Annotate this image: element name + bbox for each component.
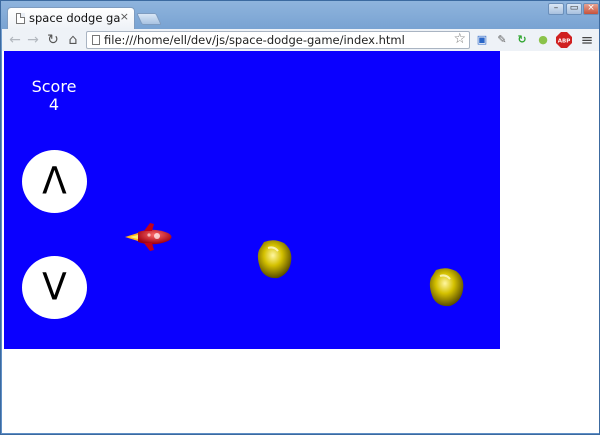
- asteroid: [257, 240, 292, 279]
- svg-text:ABP: ABP: [558, 39, 570, 45]
- pin-icon[interactable]: ✎: [494, 32, 510, 48]
- minimize-button[interactable]: –: [548, 3, 564, 15]
- tab-strip: space dodge gam × – ▭ ×: [1, 1, 600, 29]
- reload-button[interactable]: ↻: [44, 31, 62, 49]
- menu-icon[interactable]: ≡: [579, 32, 595, 48]
- android-icon[interactable]: ●: [535, 32, 551, 48]
- adblock-icon[interactable]: ABP: [555, 32, 573, 48]
- close-window-button[interactable]: ×: [583, 3, 599, 15]
- adblock-octagon-icon: ABP: [556, 32, 572, 48]
- toolbar: ← → ↻ ⌂ file:///home/ell/dev/js/space-do…: [2, 29, 599, 51]
- game-canvas[interactable]: Score 4 Λ V: [4, 51, 500, 349]
- back-button[interactable]: ←: [6, 31, 24, 49]
- screen-icon[interactable]: ▣: [474, 32, 490, 48]
- bookmark-star-icon[interactable]: ☆: [453, 31, 466, 47]
- address-bar[interactable]: file:///home/ell/dev/js/space-dodge-game…: [86, 31, 470, 49]
- refresh-circle-icon[interactable]: ↻: [514, 32, 530, 48]
- down-button[interactable]: V: [22, 256, 87, 319]
- forward-button[interactable]: →: [24, 31, 42, 49]
- score-value: 4: [48, 95, 60, 114]
- tab-close-icon[interactable]: ×: [120, 10, 129, 23]
- document-icon: [92, 35, 100, 45]
- home-button[interactable]: ⌂: [64, 31, 82, 49]
- up-button[interactable]: Λ: [22, 150, 87, 213]
- tab-space-dodge[interactable]: space dodge gam ×: [7, 7, 135, 29]
- new-tab-button[interactable]: [136, 13, 162, 25]
- rocket-ship: [125, 223, 172, 251]
- asteroid: [429, 268, 464, 307]
- tab-title: space dodge gam: [29, 11, 121, 25]
- page-content: Score 4 Λ V: [2, 51, 599, 433]
- score-display: Score 4: [24, 78, 84, 114]
- page-icon: [16, 13, 25, 24]
- url-text[interactable]: file:///home/ell/dev/js/space-dodge-game…: [104, 33, 405, 47]
- restore-button[interactable]: ▭: [566, 3, 582, 15]
- browser-window: space dodge gam × – ▭ × ← → ↻ ⌂ file:///…: [0, 0, 600, 435]
- score-label: Score: [31, 77, 77, 96]
